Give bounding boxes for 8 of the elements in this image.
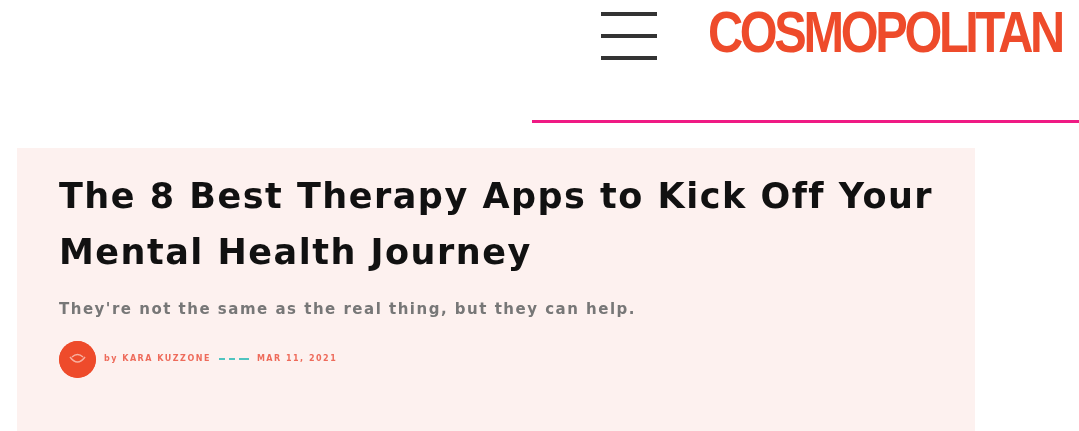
avatar-icon <box>59 340 96 378</box>
menu-icon[interactable] <box>601 10 657 62</box>
author-name[interactable]: by KARA KUZZONE <box>104 353 211 365</box>
divider-icon <box>218 356 249 362</box>
logo[interactable]: COSMOPOLITAN <box>708 0 1062 64</box>
article-subtitle: They're not the same as the real thing, but they can help. <box>59 299 638 320</box>
article-title: The 8 Best Therapy Apps to Kick Off Your Mental Health Journey <box>59 175 935 274</box>
publish-date: MAR 11, 2021 <box>256 353 338 365</box>
